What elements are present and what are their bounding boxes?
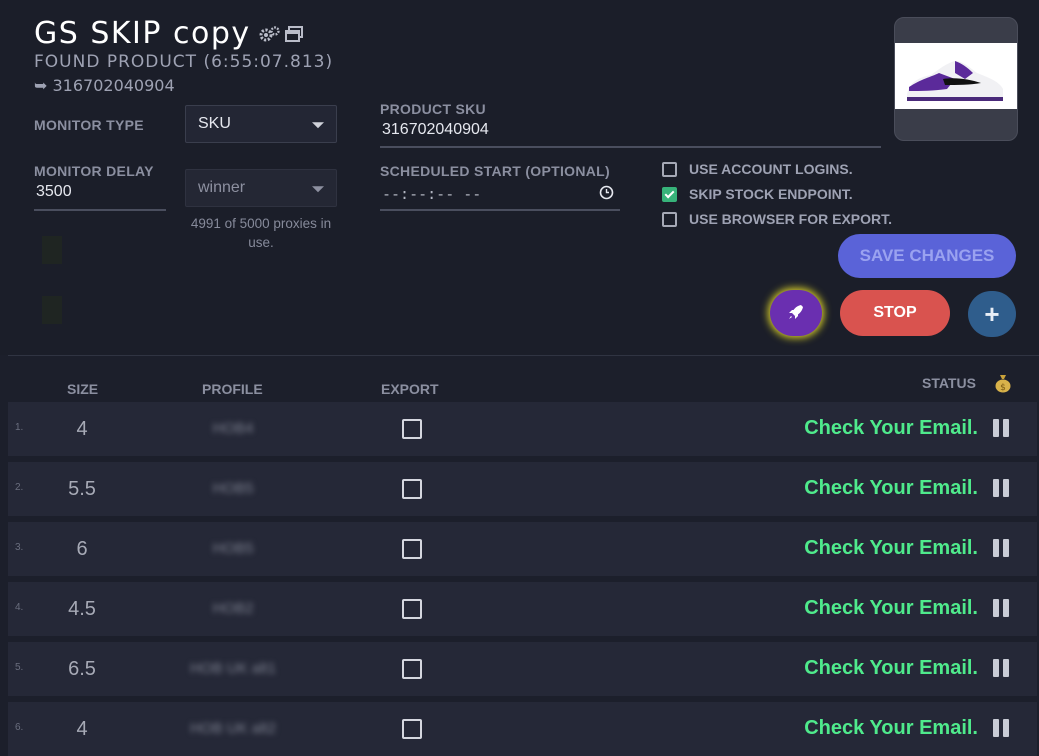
monitor-type-label: MONITOR TYPE [34, 117, 144, 133]
row-number: 5. [15, 662, 24, 673]
row-size: 5.5 [68, 478, 96, 500]
stop-button[interactable]: STOP [840, 290, 950, 336]
table-row[interactable]: 4. 4.5 HOB2 Check Your Email. [8, 582, 1037, 636]
window-icon[interactable] [284, 25, 303, 42]
row-number: 6. [15, 722, 24, 733]
option-label: USE BROWSER FOR EXPORT. [689, 211, 893, 227]
option-use-account-logins[interactable]: USE ACCOUNT LOGINS. [662, 161, 853, 177]
table-row[interactable]: 5. 6.5 HOB UK alt1 Check Your Email. [8, 642, 1037, 696]
row-status: Check Your Email. [804, 717, 978, 739]
proxies-info: 4991 of 5000 proxies in use. [190, 216, 332, 250]
row-profile: HOB5 [212, 480, 254, 497]
row-size: 4 [76, 718, 88, 740]
row-number: 2. [15, 482, 24, 493]
monitor-delay-input[interactable]: 3500 [36, 183, 72, 201]
table-row[interactable]: 6. 4 HOB UK alt2 Check Your Email. [8, 702, 1037, 756]
checkbox[interactable] [662, 211, 677, 227]
table-row[interactable]: 1. 4 HOB4 Check Your Email. [8, 402, 1037, 456]
row-status: Check Your Email. [804, 657, 978, 679]
product-sku-underline [380, 146, 881, 148]
option-label: SKIP STOCK ENDPOINT. [689, 186, 853, 202]
product-thumbnail [894, 17, 1018, 141]
shoe-image [895, 43, 1017, 109]
pause-icon[interactable] [993, 419, 1009, 437]
scheduled-start-underline [380, 209, 620, 211]
monitor-delay-underline [34, 209, 166, 211]
column-header-profile: PROFILE [202, 381, 263, 397]
table-row[interactable]: 3. 6 HOB5 Check Your Email. [8, 522, 1037, 576]
blurred-element [42, 236, 62, 264]
found-sku: ➥ 316702040904 [34, 76, 175, 95]
row-profile: HOB UK alt1 [190, 660, 276, 677]
column-header-export: EXPORT [381, 381, 439, 397]
product-sku-label: PRODUCT SKU [380, 101, 486, 117]
column-header-size: SIZE [67, 381, 99, 397]
row-number: 4. [15, 602, 24, 613]
divider [8, 355, 1039, 356]
table-row[interactable]: 2. 5.5 HOB5 Check Your Email. [8, 462, 1037, 516]
row-size: 4 [76, 418, 88, 440]
row-profile: HOB2 [212, 600, 254, 617]
pause-icon[interactable] [993, 539, 1009, 557]
save-changes-button[interactable]: SAVE CHANGES [838, 234, 1016, 278]
product-sku-input[interactable]: 316702040904 [382, 121, 489, 139]
row-status: Check Your Email. [804, 477, 978, 499]
start-button[interactable] [770, 290, 822, 336]
pause-icon[interactable] [993, 599, 1009, 617]
proxy-select-value: winner [198, 179, 246, 196]
pause-icon[interactable] [993, 659, 1009, 677]
option-skip-stock-endpoint[interactable]: SKIP STOCK ENDPOINT. [662, 186, 853, 202]
option-label: USE ACCOUNT LOGINS. [689, 161, 853, 177]
svg-text:$: $ [1000, 383, 1006, 393]
row-status: Check Your Email. [804, 597, 978, 619]
gears-icon[interactable] [259, 25, 281, 42]
rocket-icon [786, 304, 806, 325]
task-title: GS SKIP copy [34, 16, 251, 51]
export-checkbox[interactable] [402, 419, 422, 439]
pause-icon[interactable] [993, 719, 1009, 737]
pause-icon[interactable] [993, 479, 1009, 497]
row-status: Check Your Email. [804, 417, 978, 439]
blurred-element [42, 296, 62, 324]
row-profile: HOB UK alt2 [190, 720, 276, 737]
row-status: Check Your Email. [804, 537, 978, 559]
row-profile: HOB5 [212, 540, 254, 557]
checkbox[interactable] [662, 161, 677, 177]
monitor-type-value: SKU [198, 115, 231, 132]
proxy-select[interactable]: winner [185, 169, 337, 207]
column-header-status: STATUS [922, 375, 976, 391]
checkbox-checked[interactable] [662, 186, 677, 202]
money-bag-icon: $ [994, 373, 1012, 398]
export-checkbox[interactable] [402, 659, 422, 679]
option-use-browser-for-export[interactable]: USE BROWSER FOR EXPORT. [662, 211, 892, 227]
export-checkbox[interactable] [402, 479, 422, 499]
task-title-row: GS SKIP copy [34, 16, 303, 51]
chevron-down-icon [312, 122, 324, 129]
chevron-down-icon [312, 186, 324, 193]
scheduled-start-label: SCHEDULED START (OPTIONAL) [380, 163, 610, 179]
add-button[interactable]: + [968, 291, 1016, 337]
export-checkbox[interactable] [402, 599, 422, 619]
row-number: 1. [15, 422, 24, 433]
monitor-type-select[interactable]: SKU [185, 105, 337, 143]
export-checkbox[interactable] [402, 539, 422, 559]
row-size: 6 [76, 538, 88, 560]
row-profile: HOB4 [212, 420, 254, 437]
export-checkbox[interactable] [402, 719, 422, 739]
row-size: 4.5 [68, 598, 96, 620]
monitor-delay-label: MONITOR DELAY [34, 163, 154, 179]
row-number: 3. [15, 542, 24, 553]
scheduled-start-input[interactable]: --:--:-- -- [382, 185, 481, 203]
clock-icon[interactable] [599, 185, 614, 205]
row-size: 6.5 [68, 658, 96, 680]
found-product-status: FOUND PRODUCT (6:55:07.813) [34, 52, 334, 72]
